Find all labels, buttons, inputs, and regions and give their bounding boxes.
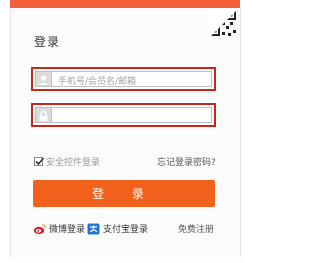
weibo-icon <box>33 223 46 234</box>
alipay-icon <box>87 223 100 234</box>
login-title: 登录 <box>34 35 61 49</box>
weibo-login-label: 微博登录 <box>49 225 86 235</box>
top-accent-bar <box>10 0 240 8</box>
account-field[interactable]: 手机号/会员名/邮箱 <box>31 67 216 91</box>
alipay-login-link[interactable]: 支付宝登录 <box>87 222 148 235</box>
secure-login-label: 安全控件登录 <box>46 158 101 168</box>
secure-login-option[interactable]: 安全控件登录 <box>34 155 100 168</box>
account-input-box[interactable]: 手机号/会员名/邮箱 <box>35 71 212 87</box>
account-input-placeholder: 手机号/会员名/邮箱 <box>58 77 137 87</box>
forgot-password-link[interactable]: 忘记登录密码? <box>157 155 216 168</box>
qr-corner-fold <box>208 8 239 39</box>
free-register-link[interactable]: 免费注册 <box>178 222 214 235</box>
password-field[interactable] <box>31 103 216 127</box>
weibo-login-link[interactable]: 微博登录 <box>33 222 85 235</box>
lock-icon <box>36 108 52 122</box>
alipay-login-label: 支付宝登录 <box>103 225 149 235</box>
user-icon <box>36 72 52 86</box>
password-input-box[interactable] <box>35 107 212 123</box>
qr-code-toggle[interactable] <box>208 8 239 39</box>
secure-login-checkbox[interactable] <box>34 157 45 166</box>
check-icon <box>35 157 45 166</box>
login-button[interactable]: 登 录 <box>33 180 215 207</box>
